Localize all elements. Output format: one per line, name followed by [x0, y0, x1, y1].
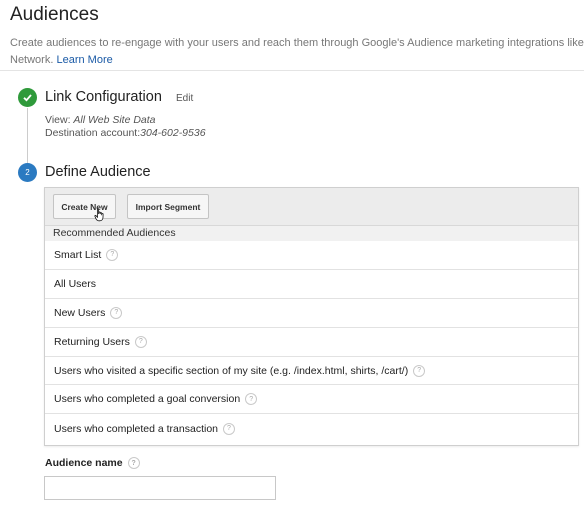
audience-row-goal-conversion[interactable]: Users who completed a goal conversion?	[45, 385, 578, 415]
step-connector	[27, 108, 28, 166]
intro-line2: Network.	[10, 54, 54, 66]
intro-text: Create audiences to re-engage with your …	[10, 35, 584, 69]
create-new-button[interactable]: Create New	[53, 194, 116, 219]
row-label: New Users	[54, 306, 106, 319]
audience-row-new-users[interactable]: New Users?	[45, 299, 578, 328]
learn-more-link[interactable]: Learn More	[56, 54, 112, 66]
destination-detail: Destination account:304-602-9536	[45, 127, 206, 139]
step-link-configuration-title: Link Configuration	[45, 89, 162, 105]
audience-row-smart-list[interactable]: Smart List?	[45, 241, 578, 270]
audience-row-all-users[interactable]: All Users	[45, 270, 578, 299]
row-label: Returning Users	[54, 335, 130, 348]
audience-name-label-text: Audience name	[45, 457, 123, 469]
help-icon[interactable]: ?	[106, 248, 119, 261]
view-detail: View: All Web Site Data	[45, 114, 156, 126]
view-value: All Web Site Data	[73, 114, 156, 126]
audience-name-label: Audience name ?	[45, 457, 140, 469]
audience-name-input[interactable]	[44, 476, 276, 500]
help-icon[interactable]: ?	[134, 335, 147, 348]
help-icon[interactable]: ?	[110, 306, 123, 319]
row-label: Users who completed a transaction	[54, 422, 218, 435]
audience-row-returning-users[interactable]: Returning Users?	[45, 328, 578, 357]
page-title: Audiences	[10, 4, 99, 25]
define-audience-panel: Create New Import Segment Recommended Au…	[44, 187, 579, 446]
help-icon[interactable]: ?	[223, 422, 235, 435]
checkmark-icon	[18, 88, 37, 107]
step-define-audience-title: Define Audience	[45, 164, 151, 180]
help-icon[interactable]: ?	[413, 364, 426, 377]
panel-toolbar: Create New Import Segment	[45, 188, 578, 226]
audience-row-transaction[interactable]: Users who completed a transaction?	[45, 414, 578, 443]
edit-link[interactable]: Edit	[176, 93, 193, 104]
help-icon[interactable]: ?	[245, 393, 258, 406]
header-divider	[0, 70, 584, 71]
import-segment-button[interactable]: Import Segment	[127, 194, 209, 219]
row-label: Users who completed a goal conversion	[54, 393, 241, 406]
help-icon[interactable]: ?	[127, 457, 140, 469]
row-label: Smart List	[54, 248, 102, 261]
row-label: All Users	[54, 277, 97, 290]
hand-cursor-icon	[94, 208, 106, 227]
destination-value: 304-602-9536	[140, 127, 206, 139]
intro-line1: Create audiences to re-engage with your …	[10, 37, 584, 49]
row-label: Users who visited a specific section of …	[54, 364, 409, 377]
destination-label: Destination account:	[45, 127, 141, 139]
audience-list: Smart List? All Users New Users? Returni…	[45, 241, 578, 443]
recommended-audiences-header: Recommended Audiences	[45, 226, 578, 241]
audience-row-visited-section[interactable]: Users who visited a specific section of …	[45, 357, 578, 386]
step-number-badge: 2	[18, 163, 37, 182]
view-label: View:	[45, 114, 71, 126]
